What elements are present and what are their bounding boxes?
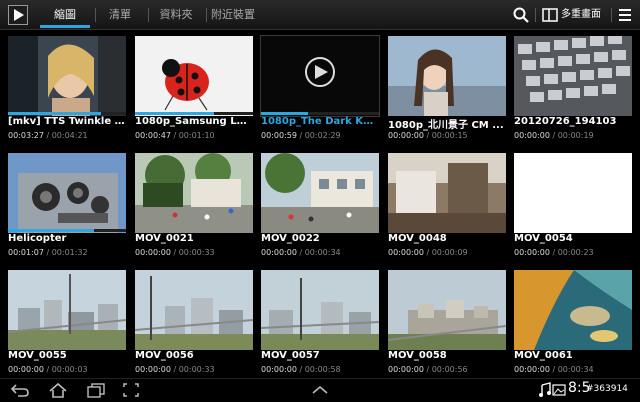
video-item[interactable]: 20120726_194103 00:00:00 / 00:00:19 bbox=[514, 36, 632, 148]
video-item[interactable]: MOV_0022 00:00:00 / 00:00:34 bbox=[261, 153, 379, 265]
video-time: 00:00:00 / 00:00:03 bbox=[8, 365, 88, 374]
system-nav-bar: 8:5 bbox=[0, 378, 640, 400]
video-item[interactable]: MOV_0058 00:00:00 / 00:00:56 bbox=[388, 270, 506, 382]
video-time: 00:00:00 / 00:00:33 bbox=[135, 248, 215, 257]
video-time: 00:00:00 / 00:00:58 bbox=[261, 365, 341, 374]
toolbar-divider bbox=[611, 8, 612, 22]
multi-window-icon[interactable] bbox=[541, 6, 559, 24]
tab-thumbnails[interactable]: 縮圖 bbox=[40, 0, 90, 30]
video-thumbnail[interactable] bbox=[514, 36, 632, 116]
video-title: 1080p_Samsung LED ... bbox=[135, 116, 253, 127]
video-item[interactable]: MOV_0021 00:00:00 / 00:00:33 bbox=[135, 153, 253, 265]
video-thumbnail[interactable] bbox=[388, 153, 506, 233]
video-thumbnail[interactable] bbox=[514, 153, 632, 233]
video-time: 00:00:00 / 00:00:09 bbox=[388, 248, 468, 257]
video-title: Helicopter bbox=[8, 233, 67, 244]
video-time: 00:00:00 / 00:00:34 bbox=[261, 248, 341, 257]
video-thumbnail[interactable] bbox=[8, 153, 126, 233]
video-thumbnail[interactable] bbox=[260, 35, 380, 117]
video-app-icon[interactable] bbox=[8, 5, 28, 25]
tab-divider bbox=[148, 8, 149, 22]
video-thumbnail[interactable] bbox=[135, 153, 253, 233]
video-thumbnail[interactable] bbox=[261, 153, 379, 233]
video-title: MOV_0021 bbox=[135, 233, 194, 244]
video-time: 00:00:00 / 00:00:33 bbox=[135, 365, 215, 374]
video-time: 00:01:07 / 00:01:32 bbox=[8, 248, 88, 257]
video-time: 00:00:59 / 00:02:29 bbox=[261, 131, 341, 140]
video-title: [mkv] TTS Twinkle Full... bbox=[8, 116, 126, 127]
active-tab-indicator bbox=[40, 25, 90, 28]
chevron-up-icon[interactable] bbox=[310, 382, 330, 402]
video-item-selected[interactable]: 1080p_The Dark Knight... 00:00:59 / 00:0… bbox=[260, 35, 380, 148]
video-thumbnail[interactable] bbox=[135, 36, 253, 116]
music-notification-icon[interactable] bbox=[538, 382, 552, 402]
tab-divider bbox=[95, 8, 96, 22]
tab-nearby-devices[interactable]: 附近裝置 bbox=[208, 0, 258, 30]
video-time: 00:00:00 / 00:00:15 bbox=[388, 131, 468, 140]
video-title: MOV_0055 bbox=[8, 350, 67, 361]
video-thumbnail[interactable] bbox=[8, 36, 126, 116]
screenshot-icon[interactable] bbox=[122, 382, 140, 402]
action-bar: 縮圖 清單 資料夾 附近裝置 多重畫面 bbox=[0, 0, 640, 30]
tab-divider bbox=[206, 8, 207, 22]
video-title: MOV_0061 bbox=[514, 350, 573, 361]
toolbar-divider bbox=[535, 8, 536, 22]
video-title: MOV_0048 bbox=[388, 233, 447, 244]
gallery-notification-icon[interactable] bbox=[552, 382, 566, 402]
recent-apps-icon[interactable] bbox=[86, 382, 106, 402]
video-grid: [mkv] TTS Twinkle Full... 00:03:27 / 00:… bbox=[0, 30, 640, 378]
video-time: 00:00:00 / 00:00:34 bbox=[514, 365, 594, 374]
video-item[interactable]: 1080p_北川景子 CM ... 00:00:00 / 00:00:15 bbox=[388, 36, 506, 148]
progress-bar bbox=[8, 229, 95, 232]
back-icon[interactable] bbox=[10, 382, 30, 402]
video-thumbnail[interactable] bbox=[388, 36, 506, 116]
tab-list[interactable]: 清單 bbox=[100, 0, 140, 30]
video-item[interactable]: 1080p_Samsung LED ... 00:00:47 / 00:01:1… bbox=[135, 36, 253, 148]
video-time: 00:00:00 / 00:00:56 bbox=[388, 365, 468, 374]
video-title: 1080p_北川景子 CM ... bbox=[388, 120, 504, 131]
video-thumbnail[interactable] bbox=[388, 270, 506, 350]
video-title: MOV_0056 bbox=[135, 350, 194, 361]
video-title: MOV_0054 bbox=[514, 233, 573, 244]
video-title: MOV_0022 bbox=[261, 233, 320, 244]
tab-folders[interactable]: 資料夾 bbox=[152, 0, 200, 30]
video-thumbnail[interactable] bbox=[261, 270, 379, 350]
video-title: 1080p_The Dark Knight... bbox=[261, 116, 379, 127]
video-item[interactable]: MOV_0057 00:00:00 / 00:00:58 bbox=[261, 270, 379, 382]
video-title: 20120726_194103 bbox=[514, 116, 617, 127]
multi-window-button[interactable]: 多重畫面 bbox=[561, 0, 601, 30]
progress-bar bbox=[8, 112, 102, 115]
video-thumbnail[interactable] bbox=[8, 270, 126, 350]
video-item[interactable]: [mkv] TTS Twinkle Full... 00:03:27 / 00:… bbox=[8, 36, 126, 148]
video-title: MOV_0057 bbox=[261, 350, 320, 361]
video-time: 00:00:47 / 00:01:10 bbox=[135, 131, 215, 140]
video-thumbnail[interactable] bbox=[514, 270, 632, 350]
video-item[interactable]: MOV_0056 00:00:00 / 00:00:33 bbox=[135, 270, 253, 382]
progress-bar bbox=[135, 112, 215, 115]
video-item[interactable]: MOV_0061 00:00:00 / 00:00:34 bbox=[514, 270, 632, 382]
video-time: 00:00:00 / 00:00:19 bbox=[514, 131, 594, 140]
video-time: 00:03:27 / 00:04:21 bbox=[8, 131, 88, 140]
video-item[interactable]: MOV_0054 00:00:00 / 00:00:23 bbox=[514, 153, 632, 265]
video-thumbnail[interactable] bbox=[135, 270, 253, 350]
video-time: 00:00:00 / 00:00:23 bbox=[514, 248, 594, 257]
progress-bar bbox=[261, 112, 309, 115]
video-item[interactable]: MOV_0048 00:00:00 / 00:00:09 bbox=[388, 153, 506, 265]
video-item[interactable]: Helicopter 00:01:07 / 00:01:32 bbox=[8, 153, 126, 265]
video-item[interactable]: MOV_0055 00:00:00 / 00:00:03 bbox=[8, 270, 126, 382]
home-icon[interactable] bbox=[48, 382, 68, 402]
search-icon[interactable] bbox=[512, 6, 530, 24]
watermark-text: #363914 bbox=[586, 384, 628, 394]
menu-icon[interactable] bbox=[616, 6, 634, 24]
video-title: MOV_0058 bbox=[388, 350, 447, 361]
